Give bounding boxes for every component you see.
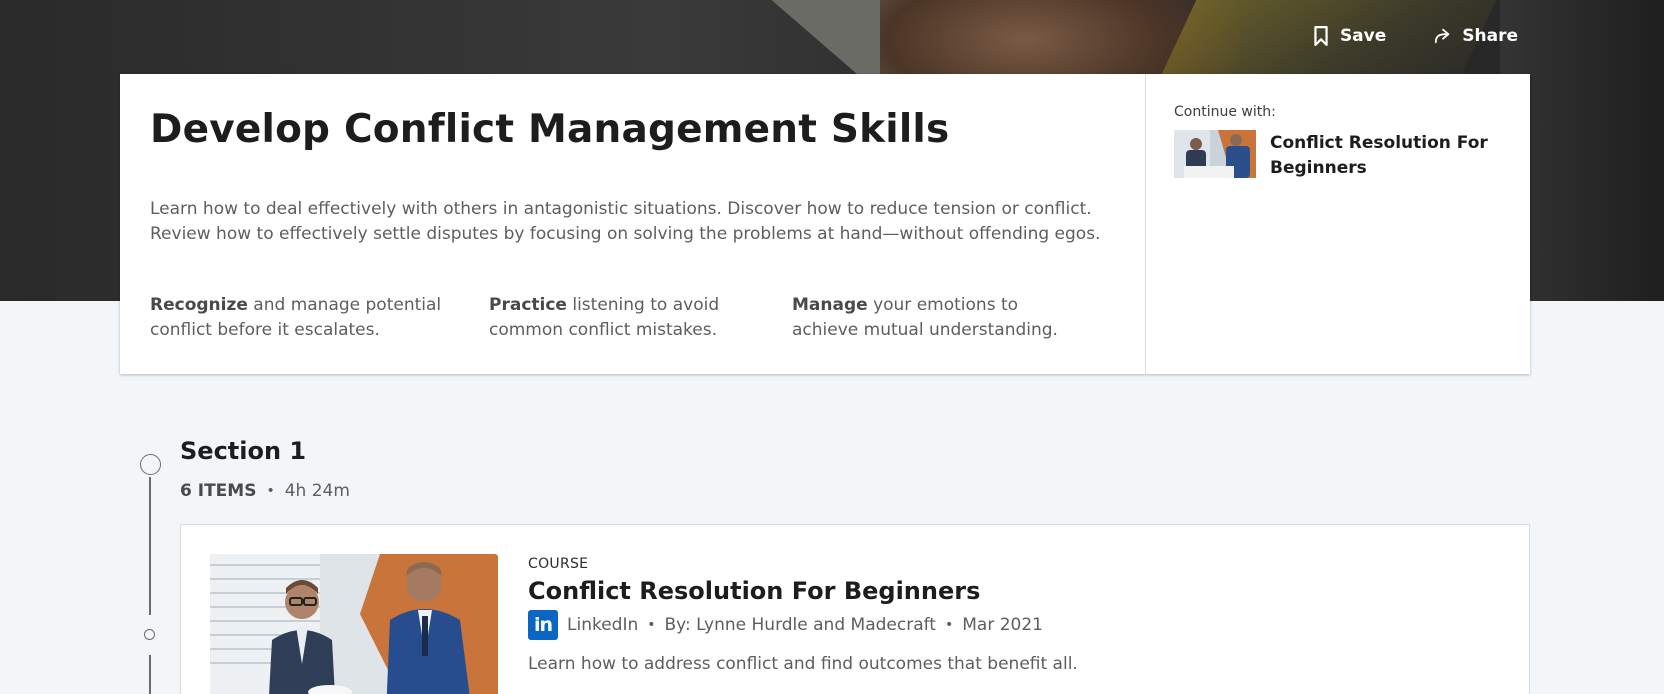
share-button[interactable]: Share [1434,26,1518,46]
share-label: Share [1462,26,1518,46]
section-status-circle [140,454,161,475]
separator-dot: • [647,617,656,633]
skill-item: Practice listening to avoid common confl… [489,293,792,343]
course-authors: By: Lynne Hurdle and Madecraft [664,615,936,635]
course-description: Learn how to address conflict and find o… [528,654,1078,674]
skills-list: Recognize and manage potential conflict … [150,293,1115,343]
page-title: Develop Conflict Management Skills [150,107,950,152]
continue-label: Continue with: [1174,104,1276,120]
course-provider: LinkedIn [567,615,639,635]
course-title-link[interactable]: Conflict Resolution For Beginners [528,577,1078,605]
continue-course-title: Conflict Resolution For Beginners [1270,133,1488,178]
timeline-line [149,477,151,615]
learning-path-card: Develop Conflict Management Skills Learn… [120,74,1530,374]
save-label: Save [1339,26,1387,46]
skill-item: Recognize and manage potential conflict … [150,293,489,343]
item-status-dot [144,629,155,640]
section-meta: 6 ITEMS • 4h 24m [180,481,350,501]
section-item-count: 6 ITEMS [180,481,257,501]
continue-course-link[interactable]: Conflict Resolution For Beginners [1174,130,1502,181]
learning-path-main: Develop Conflict Management Skills Learn… [120,74,1146,374]
continue-panel: Continue with: Conflict Resolution For B… [1146,74,1530,374]
hero-actions: Save Share [1312,26,1518,46]
skill-item: Manage your emotions to achieve mutual u… [792,293,1072,343]
skill-keyword: Practice [489,295,567,315]
linkedin-logo-icon: in [528,610,558,640]
skill-keyword: Recognize [150,295,248,315]
path-description: Learn how to deal effectively with other… [150,199,1101,244]
course-card[interactable]: COURSE Conflict Resolution For Beginners… [180,524,1530,694]
course-info: COURSE Conflict Resolution For Beginners… [528,556,1078,674]
save-button[interactable]: Save [1312,26,1386,46]
section-duration: 4h 24m [284,481,350,501]
bookmark-icon [1314,26,1328,46]
course-date: Mar 2021 [962,615,1043,635]
separator-dot: • [266,483,275,499]
share-icon [1435,28,1450,44]
course-thumbnail[interactable] [210,554,498,694]
content-type-label: COURSE [528,556,589,572]
skill-keyword: Manage [792,295,868,315]
section-title: Section 1 [180,437,307,465]
course-thumbnail [1174,130,1256,178]
timeline-line [149,655,151,694]
separator-dot: • [944,617,954,633]
course-meta: in LinkedIn • By: Lynne Hurdle and Madec… [528,610,1078,640]
